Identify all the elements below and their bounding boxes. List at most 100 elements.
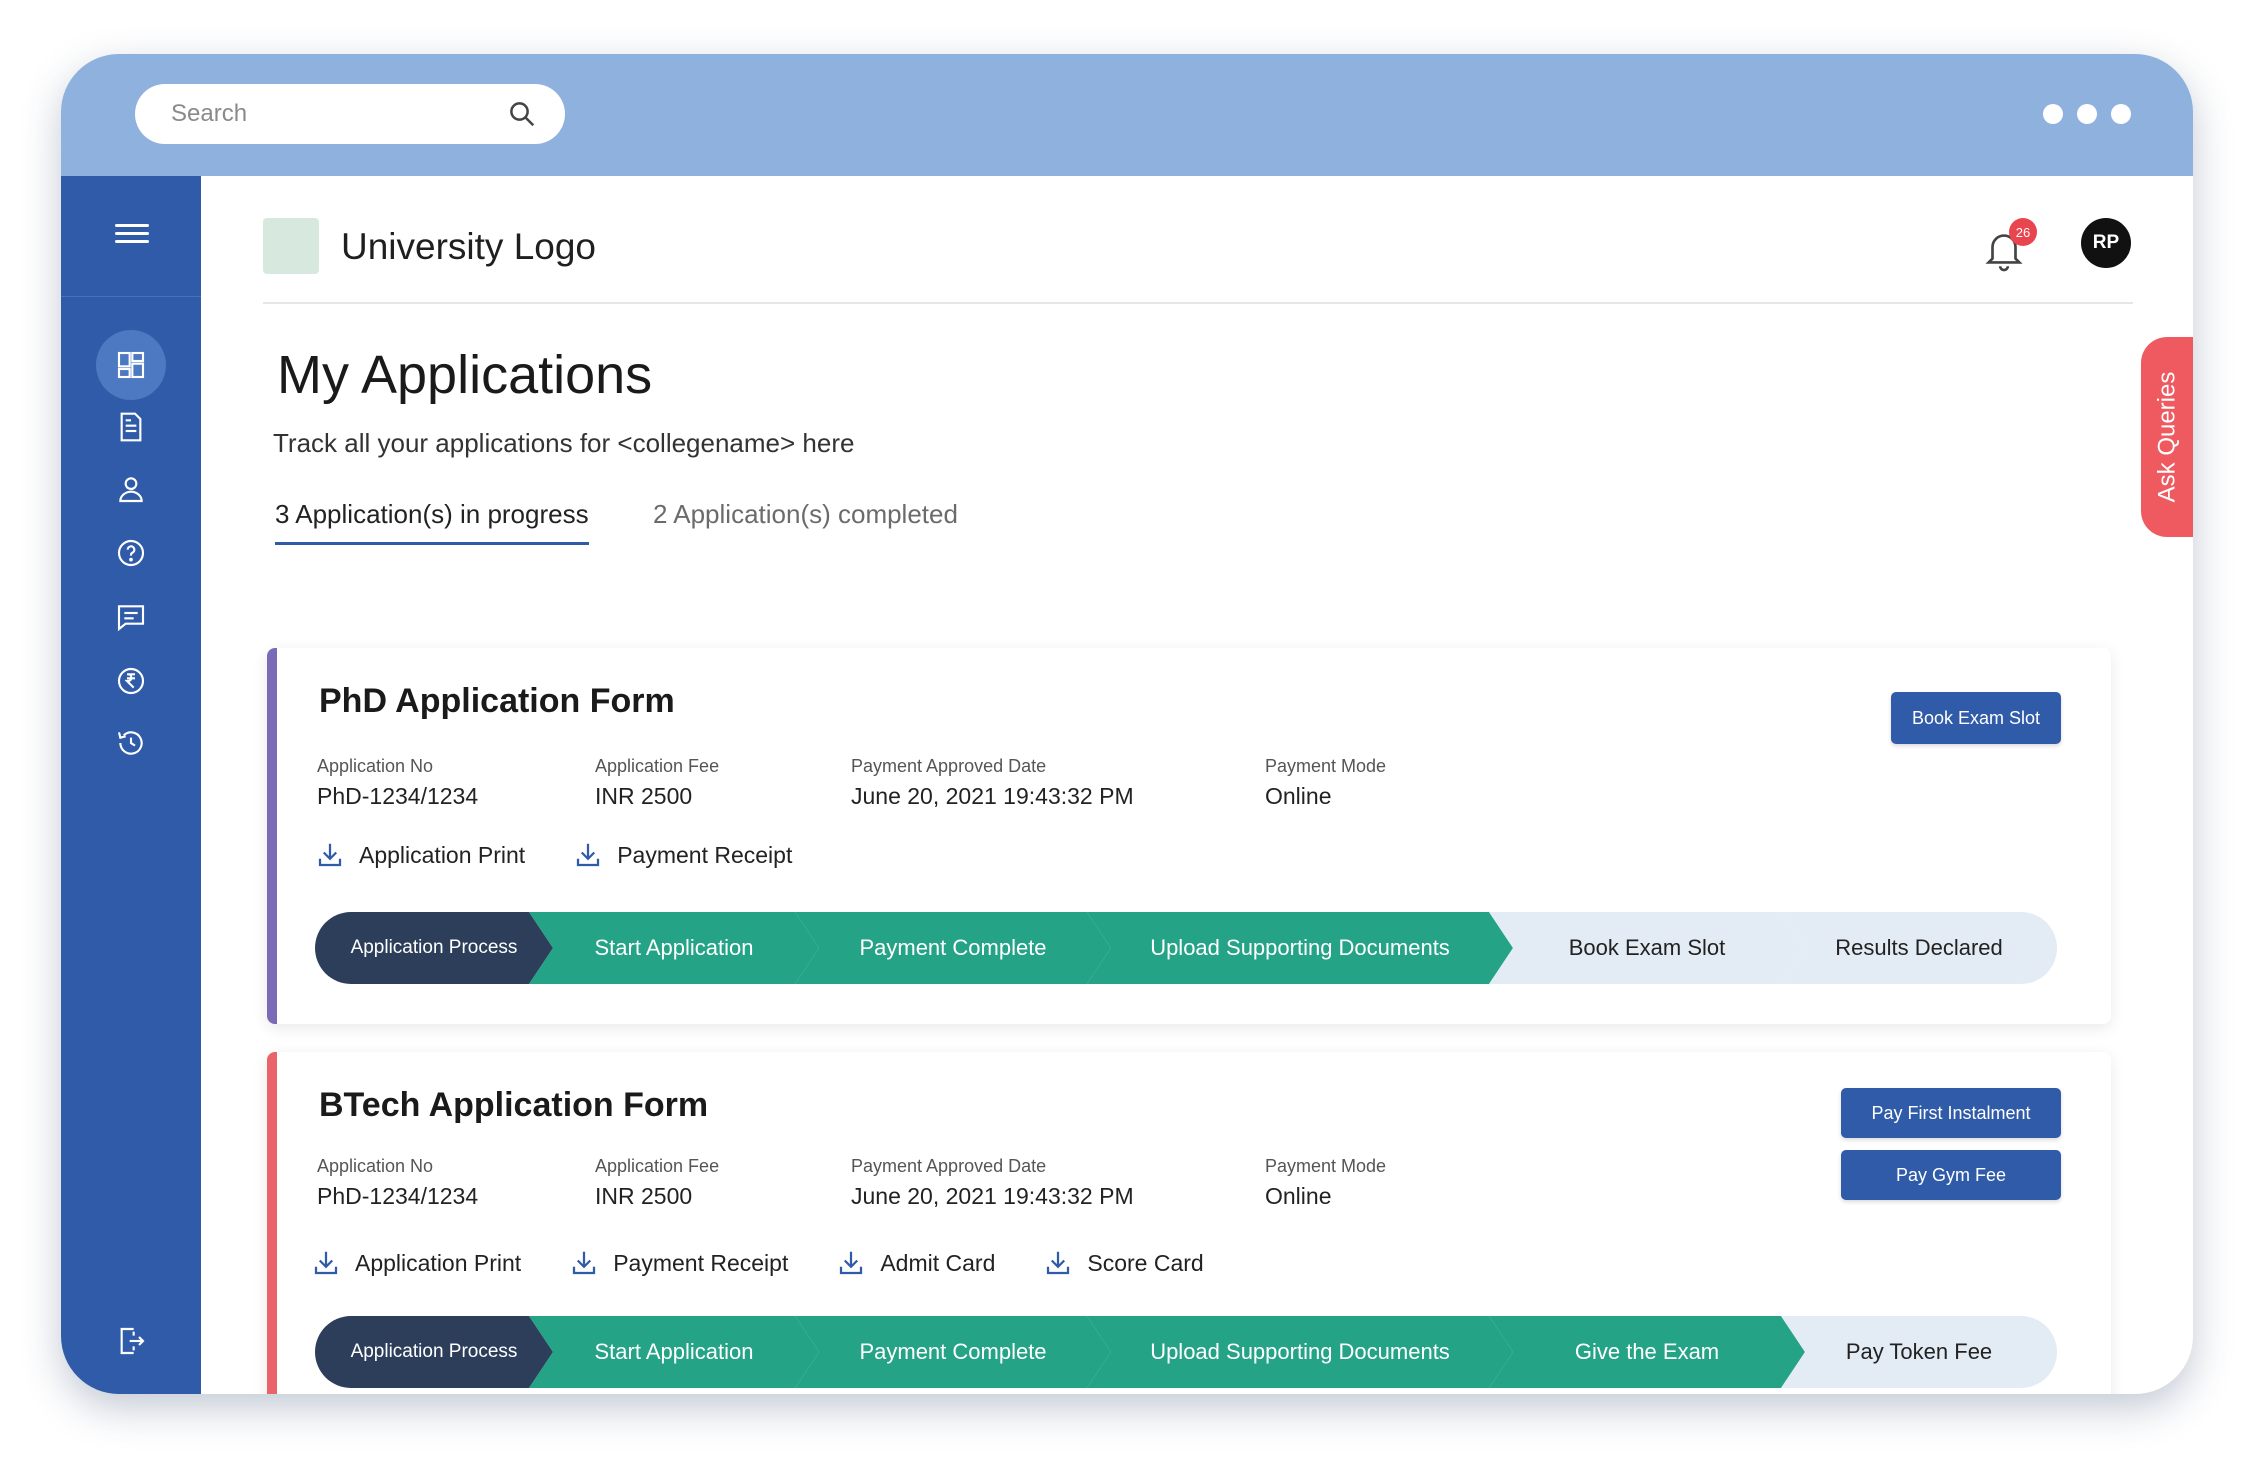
dot bbox=[2111, 104, 2131, 124]
download-icon bbox=[318, 843, 342, 867]
payment-date-field: Payment Approved Date June 20, 2021 19:4… bbox=[851, 1156, 1134, 1210]
field-value: PhD-1234/1234 bbox=[317, 1183, 479, 1209]
pay-first-instalment-button[interactable]: Pay First Instalment bbox=[1841, 1088, 2061, 1138]
link-label: Payment Receipt bbox=[613, 1249, 789, 1276]
link-label: Admit Card bbox=[880, 1249, 996, 1276]
main-content: University Logo 26 RP My Applications Tr… bbox=[201, 176, 2193, 1394]
help-icon bbox=[117, 539, 145, 567]
dashboard-icon bbox=[117, 351, 145, 379]
field-label: Payment Approved Date bbox=[851, 756, 1047, 776]
step-pay-token-fee: Pay Token Fee bbox=[1781, 1316, 2057, 1388]
application-fee-field: Application Fee INR 2500 bbox=[595, 756, 719, 810]
history-icon bbox=[117, 731, 143, 755]
field-label: Payment Approved Date bbox=[851, 1156, 1047, 1176]
downloads: Application Print Payment Receipt Admit … bbox=[311, 1248, 1204, 1278]
field-label: Payment Mode bbox=[1265, 1156, 1387, 1176]
more-options-icon[interactable] bbox=[2043, 104, 2131, 124]
tab-in-progress[interactable]: 3 Application(s) in progress bbox=[275, 499, 589, 545]
field-label: Application Fee bbox=[595, 756, 720, 776]
university-logo-text: University Logo bbox=[341, 226, 597, 267]
application-no-field: Application No PhD-1234/1234 bbox=[317, 1156, 478, 1210]
search-input[interactable]: Search bbox=[135, 84, 565, 144]
top-bar: Search bbox=[61, 54, 2193, 176]
step-payment-complete: Payment Complete bbox=[795, 1316, 1111, 1388]
sidebar-item-help[interactable] bbox=[96, 518, 166, 588]
avatar[interactable]: RP bbox=[2081, 218, 2131, 268]
field-value: INR 2500 bbox=[595, 783, 693, 809]
sidebar-item-documents[interactable] bbox=[96, 392, 166, 462]
sidebar-item-messages[interactable] bbox=[96, 582, 166, 652]
step-give-the-exam: Give the Exam bbox=[1489, 1316, 1805, 1388]
university-logo-image bbox=[263, 218, 319, 274]
link-label: Payment Receipt bbox=[617, 841, 793, 868]
field-label: Payment Mode bbox=[1265, 756, 1387, 776]
header-divider bbox=[263, 302, 2133, 304]
step-results-declared: Results Declared bbox=[1781, 912, 2057, 984]
step-application-process: Application Process bbox=[315, 912, 553, 984]
sidebar-item-payments[interactable] bbox=[96, 646, 166, 716]
sidebar bbox=[61, 176, 201, 1394]
score-card-link[interactable]: Score Card bbox=[1043, 1248, 1204, 1278]
step-start-application: Start Application bbox=[529, 912, 819, 984]
download-icon bbox=[314, 1251, 338, 1275]
payment-date-field: Payment Approved Date June 20, 2021 19:4… bbox=[851, 756, 1134, 810]
pay-gym-fee-button[interactable]: Pay Gym Fee bbox=[1841, 1150, 2061, 1200]
link-label: Application Print bbox=[355, 1249, 522, 1276]
chat-icon bbox=[117, 605, 145, 632]
menu-icon[interactable] bbox=[115, 224, 149, 248]
sidebar-item-logout[interactable] bbox=[96, 1306, 166, 1376]
ask-queries-label: Ask Queries bbox=[2153, 371, 2180, 503]
payment-mode-field: Payment Mode Online bbox=[1265, 756, 1386, 810]
admit-card-link[interactable]: Admit Card bbox=[836, 1248, 995, 1278]
link-label: Score Card bbox=[1087, 1249, 1204, 1276]
sidebar-divider bbox=[61, 296, 201, 297]
download-icon bbox=[1047, 1251, 1070, 1275]
link-label: Application Print bbox=[359, 841, 526, 868]
dot bbox=[2077, 104, 2097, 124]
user-icon bbox=[119, 477, 143, 503]
step-payment-complete: Payment Complete bbox=[795, 912, 1111, 984]
book-exam-slot-button[interactable]: Book Exam Slot bbox=[1891, 692, 2061, 744]
step-upload-documents: Upload Supporting Documents bbox=[1087, 1316, 1513, 1388]
application-print-link[interactable]: Application Print bbox=[315, 840, 525, 870]
application-card-btech: BTech Application Form Pay First Instalm… bbox=[267, 1052, 2111, 1394]
progress-steps: Application Process Start Application Pa… bbox=[315, 912, 2057, 984]
notification-badge: 26 bbox=[2009, 218, 2037, 246]
sidebar-item-history[interactable] bbox=[96, 708, 166, 778]
ask-queries-button[interactable]: Ask Queries bbox=[2141, 337, 2193, 537]
download-icon bbox=[577, 843, 600, 867]
field-value: INR 2500 bbox=[595, 1183, 693, 1209]
step-application-process: Application Process bbox=[315, 1316, 553, 1388]
download-icon bbox=[573, 1251, 596, 1275]
sidebar-item-profile[interactable] bbox=[96, 454, 166, 524]
app-window: Search University Logo 26 RP My Applicat… bbox=[61, 54, 2193, 1394]
field-value: PhD-1234/1234 bbox=[317, 783, 479, 809]
dot bbox=[2043, 104, 2063, 124]
field-value: June 20, 2021 19:43:32 PM bbox=[851, 1183, 1134, 1209]
payment-receipt-link[interactable]: Payment Receipt bbox=[569, 1248, 788, 1278]
page-subtitle: Track all your applications for <college… bbox=[273, 428, 855, 458]
application-card-phd: PhD Application Form Book Exam Slot Appl… bbox=[267, 648, 2111, 1024]
step-upload-documents: Upload Supporting Documents bbox=[1087, 912, 1513, 984]
download-icon bbox=[840, 1251, 863, 1275]
field-value: Online bbox=[1265, 783, 1332, 809]
tab-completed[interactable]: 2 Application(s) completed bbox=[653, 499, 958, 542]
logout-icon bbox=[120, 1327, 145, 1355]
sidebar-item-dashboard[interactable] bbox=[96, 330, 166, 400]
step-book-exam-slot: Book Exam Slot bbox=[1489, 912, 1805, 984]
application-print-link[interactable]: Application Print bbox=[311, 1248, 521, 1278]
field-value: June 20, 2021 19:43:32 PM bbox=[851, 783, 1134, 809]
rupee-icon bbox=[117, 667, 145, 695]
application-no-field: Application No PhD-1234/1234 bbox=[317, 756, 478, 810]
field-label: Application Fee bbox=[595, 1156, 720, 1176]
search-placeholder: Search bbox=[171, 100, 248, 127]
downloads: Application Print Payment Receipt bbox=[315, 840, 792, 870]
document-icon bbox=[120, 412, 142, 442]
payment-mode-field: Payment Mode Online bbox=[1265, 1156, 1386, 1210]
page-title: My Applications bbox=[277, 345, 653, 405]
payment-receipt-link[interactable]: Payment Receipt bbox=[573, 840, 792, 870]
card-title: BTech Application Form bbox=[319, 1086, 709, 1124]
field-value: Online bbox=[1265, 1183, 1332, 1209]
application-fee-field: Application Fee INR 2500 bbox=[595, 1156, 719, 1210]
search-icon[interactable] bbox=[507, 99, 537, 129]
